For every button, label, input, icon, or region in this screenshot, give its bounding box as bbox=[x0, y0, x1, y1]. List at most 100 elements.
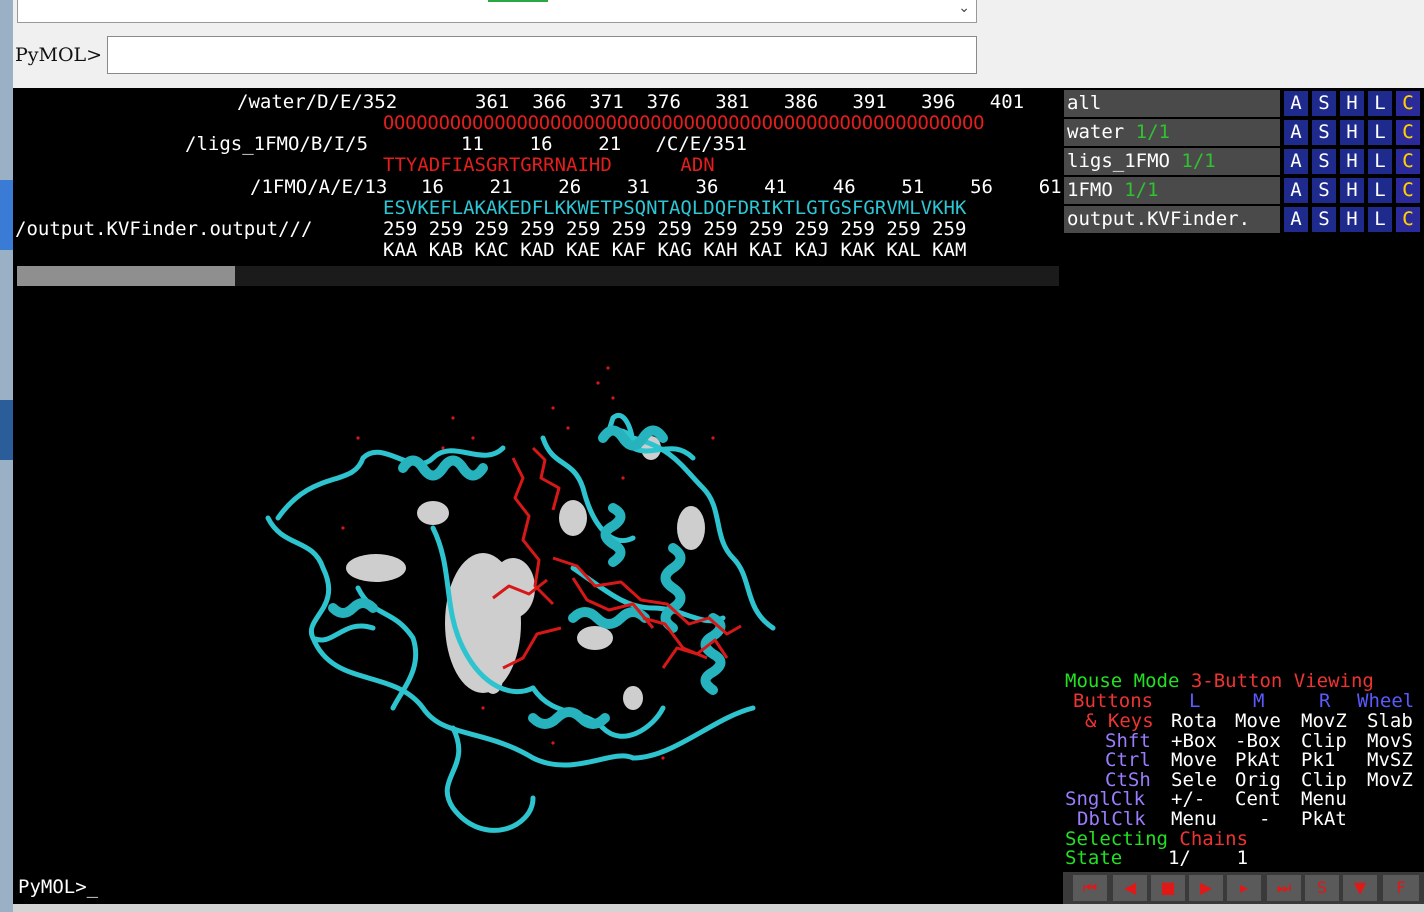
sequence-residue-names: KAA KAB KAC KAD KAE KAF KAG KAH KAI KAJ … bbox=[383, 239, 967, 261]
prev-frame-icon[interactable]: ◀ bbox=[1113, 875, 1147, 901]
sequence-label: /1FMO/A/E/13 bbox=[250, 176, 388, 198]
binding-value: +/- bbox=[1171, 788, 1206, 810]
binding-value: MovZ bbox=[1367, 769, 1413, 791]
hide-button[interactable]: H bbox=[1340, 120, 1364, 145]
binding-value: PkAt bbox=[1235, 749, 1281, 771]
action-button[interactable]: A bbox=[1284, 91, 1308, 116]
ctrl-label: Ctrl bbox=[1105, 749, 1151, 771]
binding-value: Move bbox=[1235, 710, 1281, 732]
hide-button[interactable]: H bbox=[1340, 149, 1364, 174]
object-name[interactable]: water 1/1 bbox=[1064, 119, 1280, 146]
desktop-icon bbox=[0, 180, 13, 250]
scene-icon[interactable]: S bbox=[1305, 875, 1339, 901]
cavity-points bbox=[346, 436, 705, 710]
object-name[interactable]: output.KVFinder. bbox=[1064, 206, 1280, 233]
hide-button[interactable]: H bbox=[1340, 207, 1364, 232]
object-row-ligs[interactable]: ligs_1FMO 1/1 A S H L C bbox=[1064, 148, 1424, 175]
sequence-residues[interactable]: ESVKEFLAKAKEDFLKKWETPSQNTAQLDQFDRIKTLGTG… bbox=[383, 198, 966, 219]
label-button[interactable]: L bbox=[1368, 178, 1392, 203]
object-row-water[interactable]: water 1/1 A S H L C bbox=[1064, 119, 1424, 146]
movie-controls: ⏮ ◀ ■ ▶ ▸ ⏭ S ▼ F bbox=[1063, 872, 1424, 904]
show-button[interactable]: S bbox=[1312, 120, 1336, 145]
action-button[interactable]: A bbox=[1284, 207, 1308, 232]
taskbar-edge bbox=[13, 904, 1424, 912]
sequence-residues[interactable]: TTYADFIASGRTGRRNAIHD ADN bbox=[383, 155, 715, 176]
button-m-label: M bbox=[1253, 690, 1265, 712]
label-button[interactable]: L bbox=[1368, 149, 1392, 174]
sequence-viewer[interactable]: /water/D/E/352 361 366 371 376 381 386 3… bbox=[13, 88, 1063, 288]
button-wheel-label: Wheel bbox=[1357, 690, 1415, 712]
buttons-header: Buttons bbox=[1073, 690, 1154, 712]
object-name[interactable]: 1FMO 1/1 bbox=[1064, 177, 1280, 204]
object-name[interactable]: all bbox=[1064, 90, 1280, 117]
show-button[interactable]: S bbox=[1312, 149, 1336, 174]
label-button[interactable]: L bbox=[1368, 120, 1392, 145]
play-icon[interactable]: ▶ bbox=[1189, 875, 1223, 901]
keys-label: & Keys bbox=[1085, 710, 1154, 732]
chevron-down-icon[interactable]: ⌄ bbox=[958, 0, 970, 16]
show-button[interactable]: S bbox=[1312, 178, 1336, 203]
color-button[interactable]: C bbox=[1396, 149, 1420, 174]
binding-value: PkAt bbox=[1301, 808, 1347, 830]
sequence-label: /ligs_1FMO/B/I/5 bbox=[185, 133, 369, 155]
first-frame-icon[interactable]: ⏮ bbox=[1073, 875, 1107, 901]
scrollbar-thumb[interactable] bbox=[17, 266, 235, 286]
sequence-numbers: 16 21 26 31 36 41 46 51 56 61 bbox=[421, 176, 1062, 198]
last-frame-icon[interactable]: ⏭ bbox=[1267, 875, 1301, 901]
single-click-label: SnglClk bbox=[1065, 788, 1146, 810]
object-row-kvfinder[interactable]: output.KVFinder. A S H L C bbox=[1064, 206, 1424, 233]
object-row-all[interactable]: all A S H L C bbox=[1064, 90, 1424, 117]
binding-value: - bbox=[1259, 808, 1271, 830]
color-button[interactable]: C bbox=[1396, 120, 1420, 145]
action-button[interactable]: A bbox=[1284, 120, 1308, 145]
binding-value: Pk1 bbox=[1301, 749, 1336, 771]
sequence-label: /water/D/E/352 bbox=[237, 91, 398, 113]
sequence-residues[interactable]: OOOOOOOOOOOOOOOOOOOOOOOOOOOOOOOOOOOOOOOO… bbox=[383, 113, 984, 134]
show-button[interactable]: S bbox=[1312, 207, 1336, 232]
command-panel: ⌄ PyMOL> bbox=[13, 0, 1424, 88]
binding-value: Menu bbox=[1171, 808, 1217, 830]
object-name[interactable]: ligs_1FMO 1/1 bbox=[1064, 148, 1280, 175]
command-input[interactable] bbox=[107, 36, 977, 74]
object-panel: all A S H L C water 1/1 A S H L C ligs_1… bbox=[1063, 88, 1424, 904]
hide-button[interactable]: H bbox=[1340, 91, 1364, 116]
button-l-label: L bbox=[1189, 690, 1201, 712]
binding-value: Slab bbox=[1367, 710, 1413, 732]
show-button[interactable]: S bbox=[1312, 91, 1336, 116]
label-button[interactable]: L bbox=[1368, 207, 1392, 232]
object-row-1fmo[interactable]: 1FMO 1/1 A S H L C bbox=[1064, 177, 1424, 204]
binding-value: Move bbox=[1171, 749, 1217, 771]
full-screen-icon[interactable]: F bbox=[1383, 875, 1419, 901]
desktop-edge bbox=[0, 0, 13, 912]
command-prompt-label: PyMOL> bbox=[15, 44, 103, 66]
desktop-icon bbox=[0, 400, 13, 460]
viewer-prompt[interactable]: PyMOL>_ bbox=[13, 874, 1063, 904]
action-button[interactable]: A bbox=[1284, 178, 1308, 203]
sequence-scrollbar[interactable] bbox=[17, 266, 1059, 286]
mouse-mode-title[interactable]: Mouse Mode 3-Button Viewing bbox=[1065, 671, 1374, 692]
binding-value: MovZ bbox=[1301, 710, 1347, 732]
toggle-icon[interactable]: ▼ bbox=[1343, 875, 1377, 901]
sequence-label: /output.KVFinder.output/// bbox=[15, 218, 313, 240]
sequence-numbers: 259 259 259 259 259 259 259 259 259 259 … bbox=[383, 218, 967, 240]
label-button[interactable]: L bbox=[1368, 91, 1392, 116]
progress-indicator bbox=[488, 0, 548, 2]
state-readout: State 1/ 1 bbox=[1065, 847, 1249, 869]
log-combo[interactable]: ⌄ bbox=[17, 0, 977, 23]
button-r-label: R bbox=[1319, 690, 1331, 712]
molecular-viewer[interactable]: /water/D/E/352 361 366 371 376 381 386 3… bbox=[13, 88, 1063, 874]
binding-value: Menu bbox=[1301, 788, 1347, 810]
binding-value: Cent bbox=[1235, 788, 1281, 810]
next-frame-icon[interactable]: ▸ bbox=[1227, 875, 1261, 901]
binding-value: Rota bbox=[1171, 710, 1217, 732]
action-button[interactable]: A bbox=[1284, 149, 1308, 174]
color-button[interactable]: C bbox=[1396, 178, 1420, 203]
binding-value: MvSZ bbox=[1367, 749, 1413, 771]
sequence-numbers: 361 366 371 376 381 386 391 396 401 bbox=[475, 91, 1025, 113]
hide-button[interactable]: H bbox=[1340, 178, 1364, 203]
molecule-render[interactable] bbox=[13, 288, 1063, 874]
viewer-prompt-text: PyMOL>_ bbox=[18, 876, 99, 898]
color-button[interactable]: C bbox=[1396, 207, 1420, 232]
color-button[interactable]: C bbox=[1396, 91, 1420, 116]
stop-icon[interactable]: ■ bbox=[1151, 875, 1185, 901]
